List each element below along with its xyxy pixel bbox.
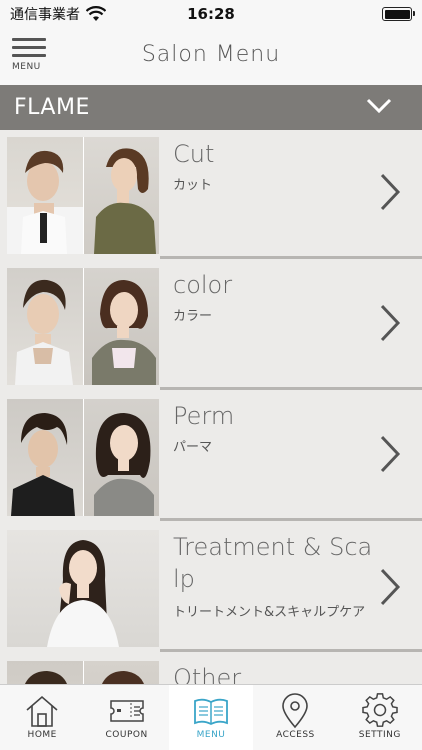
status-bar: 通信事業者 16:28 [0,0,422,28]
menu-item-cut[interactable]: Cut カット [0,130,422,259]
salon-selector[interactable]: FLAME [0,85,422,130]
perm-photo [7,399,159,516]
chevron-down-icon [366,98,392,114]
divider [160,649,422,652]
menu-item-subtitle: トリートメント&スキャルプケア [173,605,366,620]
chevron-right-icon [380,173,401,211]
home-icon [26,695,58,727]
tab-home[interactable]: HOME [0,685,84,750]
page-title: Salon Menu [141,42,281,67]
photo-female [82,399,159,516]
cut-photo [7,137,159,254]
tab-label: SETTING [358,730,401,740]
battery-icon [382,7,415,21]
tab-bar: HOME COUPON MENU ACCESS SETTING [0,684,422,750]
divider [160,387,422,390]
menu-item-subtitle: パーマ [173,440,213,455]
menu-item-subtitle: カラー [173,309,213,324]
carrier-name: 通信事業者 [10,7,80,23]
ticket-icon [109,700,144,722]
tab-label: MENU [196,730,226,740]
chevron-right-icon [380,568,401,606]
tab-label: ACCESS [276,730,315,740]
salon-name: FLAME [14,95,90,120]
menu-item-title: Cut [173,140,215,168]
color-photo [7,268,159,385]
menu-item-subtitle: カット [173,178,213,193]
map-pin-icon [282,693,309,729]
tab-access[interactable]: ACCESS [253,685,337,750]
divider [160,518,422,521]
menu-item-title: Perm [173,402,235,430]
book-icon [194,698,228,726]
chevron-right-icon [380,304,401,342]
navigation-bar: MENU Salon Menu [0,28,422,85]
photo-female [82,268,159,385]
divider [160,256,422,259]
photo-male [7,399,83,516]
gear-icon [362,693,398,727]
tab-menu[interactable]: MENU [168,685,254,750]
menu-item-treatment[interactable]: Treatment & Scalp トリートメント&スキャルプケア [0,523,422,652]
photo-male [7,137,83,254]
hamburger-icon [12,38,46,41]
menu-item-perm[interactable]: Perm パーマ [0,392,422,521]
menu-item-title: Treatment & Scalp [173,533,373,593]
tab-setting[interactable]: SETTING [338,685,422,750]
menu-item-color[interactable]: color カラー [0,261,422,390]
photo-male [7,268,83,385]
tab-label: HOME [27,730,57,740]
wifi-icon [86,6,106,21]
photo-female [7,530,159,647]
chevron-right-icon [380,435,401,473]
treatment-photo [7,530,159,647]
tab-label: COUPON [105,730,148,740]
menu-item-title: color [173,271,233,299]
tab-coupon[interactable]: COUPON [84,685,168,750]
photo-female [82,137,159,254]
